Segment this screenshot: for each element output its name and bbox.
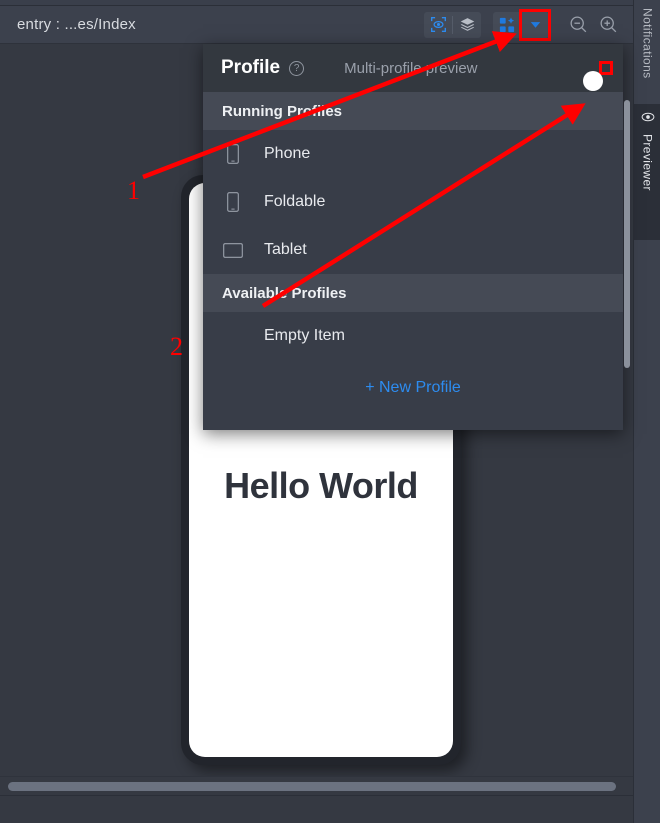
profile-item-empty[interactable]: Empty Item — [203, 312, 623, 360]
section-header-running-profiles: Running Profiles — [203, 92, 623, 130]
layers-icon[interactable] — [453, 12, 481, 38]
zoom-in-icon[interactable] — [593, 11, 623, 39]
panel-title: Profile — [221, 57, 281, 78]
right-tool-rail: Notifications Previewer — [633, 0, 660, 823]
profile-panel-footer: + New Profile — [203, 360, 623, 416]
running-profiles-list: Phone Foldable Tablet — [203, 130, 623, 274]
horizontal-scrollbar-track[interactable] — [0, 776, 633, 794]
panel-scrollbar-track[interactable] — [623, 92, 632, 372]
help-icon[interactable]: ? — [289, 60, 305, 76]
panel-scrollbar-thumb[interactable] — [624, 100, 630, 368]
profile-dropdown-panel: Profile ? Multi-profile preview Running … — [203, 44, 630, 430]
previewer-toolbar: entry : ...es/Index — [0, 6, 633, 44]
toggle-knob — [583, 71, 603, 91]
new-profile-button[interactable]: + New Profile — [365, 379, 461, 397]
rail-tab-notifications[interactable]: Notifications — [634, 2, 660, 98]
profile-item-foldable[interactable]: Foldable — [203, 178, 623, 226]
previewer-window: entry : ...es/Index Hello World Notifica… — [0, 0, 660, 823]
eye-icon — [641, 110, 655, 129]
tablet-icon — [222, 239, 244, 261]
profile-item-tablet-label: Tablet — [264, 241, 307, 258]
rail-tab-previewer[interactable]: Previewer — [634, 104, 660, 240]
phone-icon — [222, 143, 244, 165]
profile-item-empty-label: Empty Item — [264, 327, 345, 344]
rail-tab-previewer-label: Previewer — [640, 134, 655, 191]
profile-panel-header: Profile ? Multi-profile preview — [203, 44, 623, 92]
profile-item-tablet[interactable]: Tablet — [203, 226, 623, 274]
hello-world-text: Hello World — [224, 465, 418, 506]
profile-item-foldable-label: Foldable — [264, 193, 326, 210]
chevron-down-icon[interactable] — [519, 8, 551, 41]
inspector-icon[interactable] — [424, 12, 452, 38]
zoom-out-icon[interactable] — [563, 11, 593, 39]
zoom-controls — [563, 11, 623, 39]
page-title: entry : ...es/Index — [17, 16, 136, 33]
inspect-button-group — [424, 11, 481, 38]
foldable-icon — [222, 191, 244, 213]
horizontal-scrollbar-thumb[interactable] — [8, 782, 616, 791]
profile-item-phone[interactable]: Phone — [203, 130, 623, 178]
multi-profile-grid-icon[interactable] — [493, 11, 521, 39]
window-bottom-strip — [0, 795, 633, 823]
rail-tab-notifications-label: Notifications — [640, 8, 655, 79]
profile-button-group — [493, 8, 551, 41]
section-header-available-profiles: Available Profiles — [203, 274, 623, 312]
multi-profile-toggle-wrap — [583, 61, 613, 91]
multi-profile-preview-label: Multi-profile preview — [344, 59, 478, 77]
toolbar-actions — [424, 8, 633, 41]
profile-item-phone-label: Phone — [264, 145, 311, 162]
available-profiles-list: Empty Item — [203, 312, 623, 360]
